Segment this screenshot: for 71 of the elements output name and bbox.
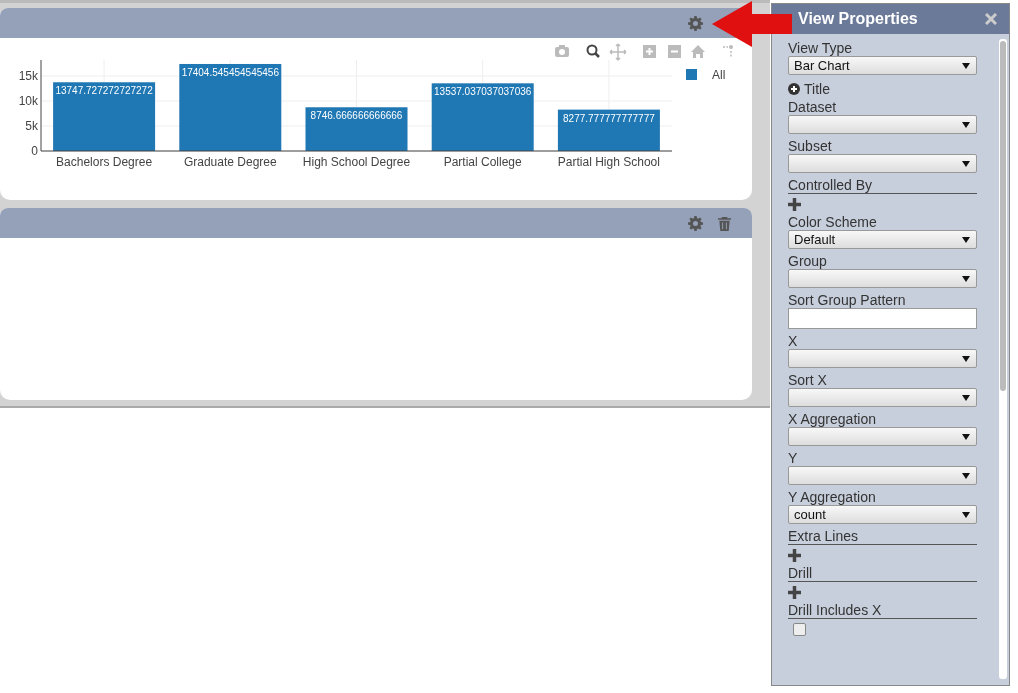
category-label: Graduate Degree [183, 155, 277, 169]
caret-icon [962, 120, 970, 129]
field-label: Dataset [788, 99, 838, 115]
category-label: Partial High School [557, 155, 660, 169]
legend-label: All [712, 68, 726, 82]
panel-title: View Properties [798, 10, 918, 28]
zoom-out-icon[interactable] [668, 45, 681, 58]
category-label: Partial College [443, 155, 522, 169]
caret-icon [962, 471, 970, 480]
dropdown[interactable]: Bar Chart [788, 56, 977, 75]
add-icon[interactable] [788, 586, 801, 599]
field-label: Drill [788, 565, 977, 582]
dropdown[interactable] [788, 154, 977, 173]
field-label: Drill Includes X [788, 602, 977, 619]
home-icon[interactable] [691, 45, 705, 58]
close-icon[interactable] [985, 13, 997, 25]
caret-icon [962, 432, 970, 441]
caret-icon [962, 274, 970, 283]
legend-swatch [686, 69, 697, 80]
axis-tick-label: 5k [25, 119, 38, 133]
category-label: High School Degree [302, 155, 411, 169]
add-circle-icon[interactable] [788, 83, 800, 95]
caret-icon [962, 393, 970, 402]
trash-icon[interactable] [717, 215, 732, 231]
field-label: Subset [788, 138, 833, 154]
field-label: Extra Lines [788, 528, 977, 545]
caret-icon [962, 235, 970, 244]
field-label: Color Scheme [788, 214, 878, 230]
camera-icon[interactable] [555, 45, 569, 57]
zoom-icon[interactable] [586, 44, 600, 58]
dropdown[interactable]: Default [788, 230, 977, 249]
bar-value-label: 8277.777777777777 [563, 112, 655, 124]
dropdown[interactable] [788, 388, 977, 407]
dropdown[interactable] [788, 349, 977, 368]
caret-icon [962, 510, 970, 519]
axis-tick-label: 10k [18, 94, 38, 108]
axis-tick-label: 0 [31, 144, 38, 158]
caret-icon [962, 61, 970, 70]
field-label: X [788, 333, 799, 349]
spike-lines-icon[interactable] [722, 45, 733, 59]
field-label: Y [788, 450, 799, 466]
checkbox[interactable] [793, 623, 806, 636]
scrollbar[interactable] [999, 39, 1007, 679]
category-label: Bachelors Degree [56, 155, 153, 169]
dropdown[interactable] [788, 466, 977, 485]
bar-value-label: 8746.666666666666 [310, 110, 403, 122]
move-icon[interactable] [609, 43, 627, 61]
add-icon[interactable] [788, 549, 801, 562]
dropdown[interactable]: count [788, 505, 977, 524]
field-label: Sort Group Pattern [788, 292, 907, 308]
field-label: Controlled By [788, 177, 977, 194]
settings-icon[interactable] [688, 215, 703, 231]
dropdown[interactable] [788, 269, 977, 288]
field-label: Y Aggregation [788, 489, 877, 505]
add-icon[interactable] [788, 198, 801, 211]
dropdown[interactable] [788, 427, 977, 446]
input-field[interactable] [788, 308, 977, 329]
field-label: Sort X [788, 372, 828, 388]
caret-icon [962, 354, 970, 363]
caret-icon [962, 159, 970, 168]
field-label: Group [788, 253, 828, 269]
settings-icon[interactable] [688, 15, 703, 31]
axis-tick-label: 15k [18, 69, 38, 83]
dropdown[interactable] [788, 115, 977, 134]
bar-value-label: 13747.727272727272 [55, 85, 153, 97]
field-label: Title [804, 81, 830, 97]
bar-value-label: 17404.545454545456 [181, 66, 279, 78]
zoom-in-icon[interactable] [643, 45, 656, 58]
field-label: X Aggregation [788, 411, 877, 427]
bar-value-label: 13537.037037037036 [434, 86, 532, 98]
field-label: View Type [788, 40, 854, 56]
